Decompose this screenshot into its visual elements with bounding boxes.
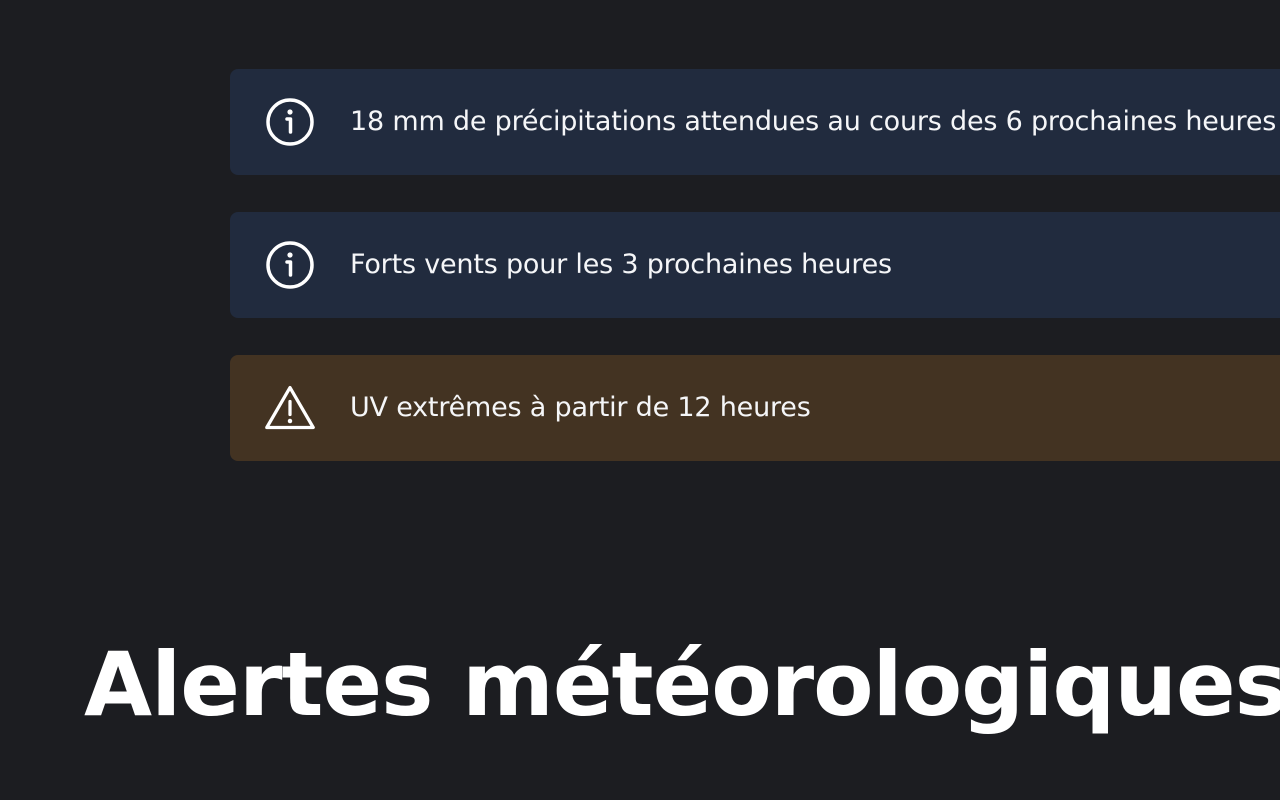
alert-card-uv[interactable]: UV extrêmes à partir de 12 heures	[230, 355, 1280, 461]
warning-icon	[264, 382, 316, 434]
alert-card-wind[interactable]: Forts vents pour les 3 prochaines heures	[230, 212, 1280, 318]
alert-text: 18 mm de précipitations attendues au cou…	[350, 106, 1277, 137]
alert-text: UV extrêmes à partir de 12 heures	[350, 392, 811, 423]
weather-alerts-screen: 18 mm de précipitations attendues au cou…	[0, 0, 1280, 800]
alert-card-precipitation[interactable]: 18 mm de précipitations attendues au cou…	[230, 69, 1280, 175]
alert-text: Forts vents pour les 3 prochaines heures	[350, 249, 892, 280]
page-title: Alertes météorologiques	[84, 633, 1280, 736]
alert-list: 18 mm de précipitations attendues au cou…	[230, 69, 1280, 498]
info-icon	[264, 239, 316, 291]
info-icon	[264, 96, 316, 148]
